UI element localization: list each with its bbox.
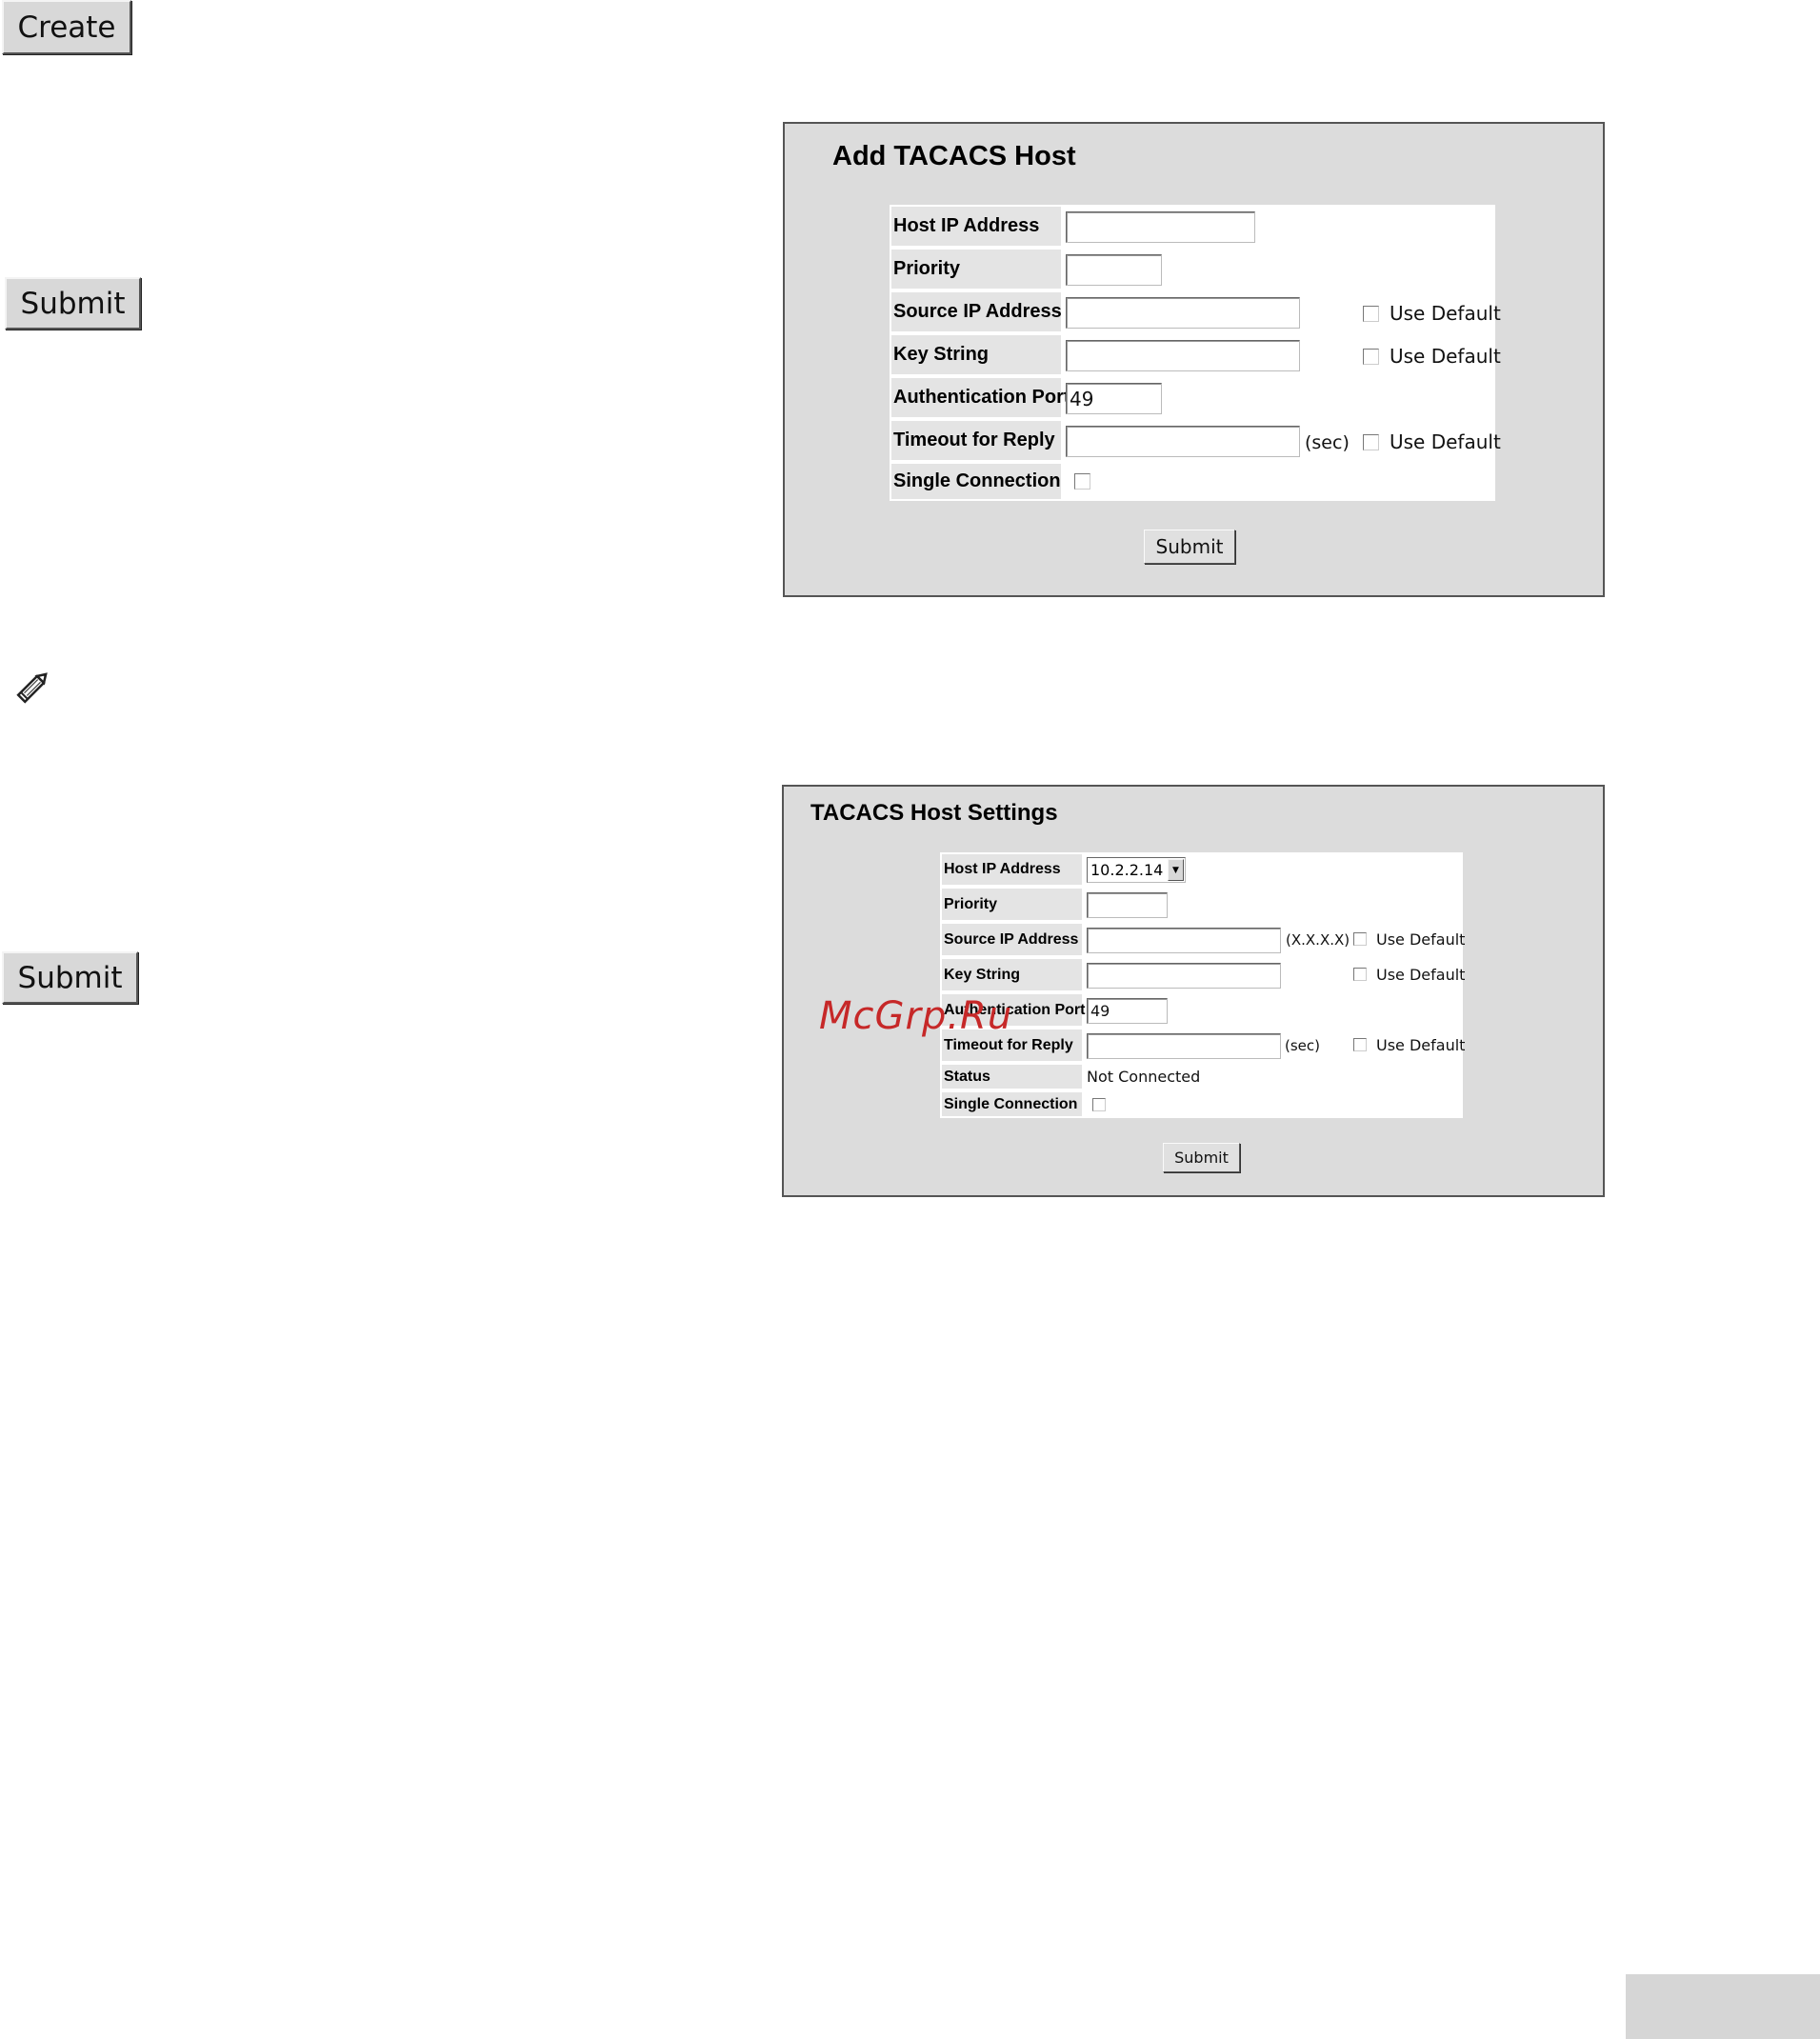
add-host-submit-button[interactable]: Submit — [1144, 530, 1235, 564]
use-default-label: Use Default — [1376, 930, 1466, 949]
single-connection-label: Single Connection — [942, 1092, 1082, 1116]
ip-format-hint: (X.X.X.X) — [1286, 931, 1350, 949]
status-label: Status — [942, 1065, 1082, 1089]
chevron-down-icon[interactable]: ▼ — [1168, 859, 1184, 881]
timeout-input[interactable] — [1087, 1033, 1281, 1059]
key-string-label: Key String — [891, 335, 1061, 374]
source-ip-label: Source IP Address — [891, 292, 1062, 331]
timeout-label: Timeout for Reply — [891, 421, 1061, 460]
auth-port-input[interactable]: 49 — [1066, 383, 1162, 414]
use-default-label: Use Default — [1390, 302, 1501, 325]
auth-port-input[interactable]: 49 — [1087, 998, 1168, 1024]
pencil-icon[interactable] — [11, 667, 53, 709]
page-corner-tab — [1626, 1974, 1820, 2039]
sec-unit-label: (sec) — [1285, 1037, 1320, 1054]
priority-input[interactable] — [1066, 254, 1162, 286]
source-ip-use-default-checkbox[interactable] — [1363, 306, 1379, 322]
add-host-form: Host IP Address Priority Source IP Addre… — [890, 205, 1501, 501]
host-settings-form: Host IP Address 10.2.2.14 ▼ Priority Sou… — [940, 852, 1466, 1118]
timeout-use-default-checkbox[interactable] — [1363, 434, 1379, 450]
auth-port-label: Authentication Port — [891, 378, 1070, 417]
submit-button[interactable]: Submit — [5, 277, 141, 330]
watermark-text: McGrp.Ru — [819, 994, 1013, 1038]
single-connection-checkbox[interactable] — [1074, 473, 1090, 490]
use-default-label: Use Default — [1390, 430, 1501, 453]
timeout-use-default-checkbox[interactable] — [1353, 1038, 1367, 1051]
host-ip-selected-value: 10.2.2.14 — [1090, 861, 1164, 879]
create-button[interactable]: Create — [2, 0, 131, 54]
key-string-label: Key String — [942, 959, 1082, 990]
source-ip-input[interactable] — [1066, 297, 1300, 329]
use-default-label: Use Default — [1390, 345, 1501, 368]
status-value: Not Connected — [1087, 1068, 1201, 1086]
host-ip-input[interactable] — [1066, 211, 1255, 243]
host-ip-label: Host IP Address — [891, 207, 1061, 246]
single-connection-label: Single Connection — [891, 464, 1061, 499]
timeout-input[interactable] — [1066, 426, 1300, 457]
panel-title: TACACS Host Settings — [810, 800, 1058, 826]
priority-label: Priority — [891, 250, 1061, 289]
key-string-input[interactable] — [1087, 963, 1281, 989]
panel-title: Add TACACS Host — [832, 141, 1076, 171]
host-ip-label: Host IP Address — [942, 854, 1082, 885]
key-string-input[interactable] — [1066, 340, 1300, 371]
submit-button-edit[interactable]: Submit — [2, 951, 138, 1004]
sec-unit-label: (sec) — [1305, 432, 1350, 453]
add-tacacs-host-panel: Add TACACS Host Host IP Address Priority… — [783, 122, 1605, 597]
source-ip-label: Source IP Address — [942, 924, 1082, 955]
host-settings-submit-button[interactable]: Submit — [1163, 1143, 1240, 1172]
key-string-use-default-checkbox[interactable] — [1353, 968, 1367, 981]
tacacs-host-settings-panel: TACACS Host Settings Host IP Address 10.… — [782, 785, 1605, 1197]
priority-input[interactable] — [1087, 892, 1168, 918]
source-ip-use-default-checkbox[interactable] — [1353, 932, 1367, 946]
priority-label: Priority — [942, 889, 1082, 920]
use-default-label: Use Default — [1376, 966, 1466, 984]
source-ip-input[interactable] — [1087, 928, 1281, 953]
host-ip-select[interactable]: 10.2.2.14 ▼ — [1087, 857, 1186, 883]
single-connection-checkbox[interactable] — [1092, 1098, 1106, 1111]
use-default-label: Use Default — [1376, 1036, 1466, 1054]
key-string-use-default-checkbox[interactable] — [1363, 349, 1379, 365]
